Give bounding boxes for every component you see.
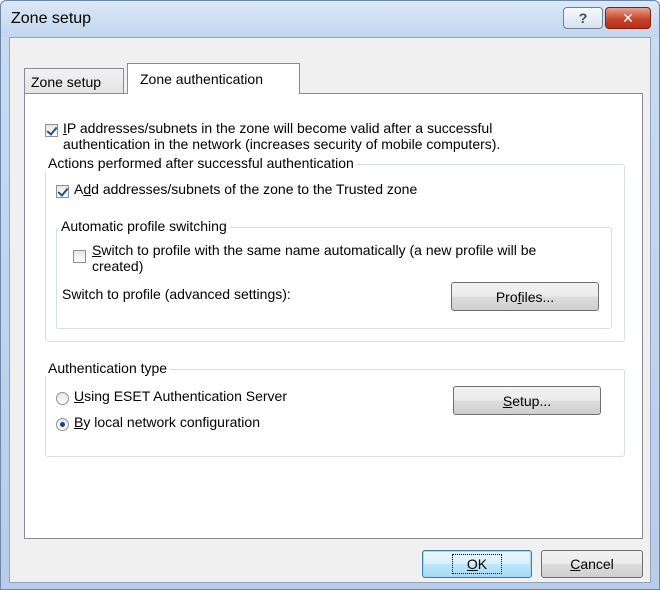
window-title: Zone setup (11, 10, 92, 27)
title-bar[interactable]: Zone setup ? ✕ (1, 1, 659, 37)
tab-page-zone-authentication: IP addresses/subnets in the zone will be… (24, 93, 643, 539)
close-button[interactable]: ✕ (605, 7, 651, 29)
authentication-type-group: Authentication type Using ESET Authentic… (45, 360, 625, 457)
add-trusted-zone-checkbox[interactable] (56, 185, 69, 198)
help-icon: ? (578, 10, 588, 26)
setup-button-label: Setup... (502, 392, 552, 409)
actions-group: Actions performed after successful authe… (45, 155, 625, 342)
setup-button[interactable]: Setup... (453, 386, 601, 415)
dialog-window: Zone setup ? ✕ Zone setup Zone authentic… (0, 0, 660, 590)
help-button[interactable]: ? (563, 7, 603, 29)
ok-button[interactable]: OK (422, 550, 532, 578)
ip-valid-label-line1[interactable]: IP addresses/subnets in the zone will be… (63, 120, 492, 136)
close-icon: ✕ (622, 9, 634, 26)
actions-group-title: Actions performed after successful authe… (45, 155, 357, 171)
add-trusted-zone-label[interactable]: Add addresses/subnets of the zone to the… (74, 181, 417, 197)
eset-auth-server-label[interactable]: Using ESET Authentication Server (74, 388, 287, 404)
switch-profile-checkbox[interactable] (73, 250, 86, 263)
tab-zone-authentication[interactable]: Zone authentication (127, 63, 300, 94)
tab-label: Zone authentication (140, 71, 263, 87)
profiles-button-label: Profiles... (495, 288, 555, 305)
advanced-settings-label: Switch to profile (advanced settings): (62, 286, 291, 302)
profile-switching-group-title: Automatic profile switching (58, 218, 230, 234)
profile-switching-group: Automatic profile switching Switch to pr… (56, 218, 612, 329)
ok-button-label: OK (451, 554, 503, 574)
tab-zone-setup[interactable]: Zone setup (24, 68, 124, 94)
cancel-button-label: Cancel (570, 556, 614, 572)
profiles-button[interactable]: Profiles... (451, 282, 599, 311)
dialog-client-area: Zone setup Zone authentication IP addres… (9, 37, 651, 583)
cancel-button[interactable]: Cancel (541, 550, 643, 578)
local-network-config-radio[interactable] (56, 418, 69, 431)
tab-label: Zone setup (31, 73, 102, 90)
ip-valid-label-line2[interactable]: authentication in the network (increases… (63, 136, 500, 152)
eset-auth-server-radio[interactable] (56, 392, 69, 405)
local-network-config-label[interactable]: By local network configuration (74, 414, 260, 430)
authentication-type-group-title: Authentication type (45, 360, 171, 376)
switch-profile-label-line2[interactable]: created) (92, 258, 143, 274)
switch-profile-label-line1[interactable]: Switch to profile with the same name aut… (92, 242, 536, 258)
ip-valid-checkbox[interactable] (45, 124, 58, 137)
